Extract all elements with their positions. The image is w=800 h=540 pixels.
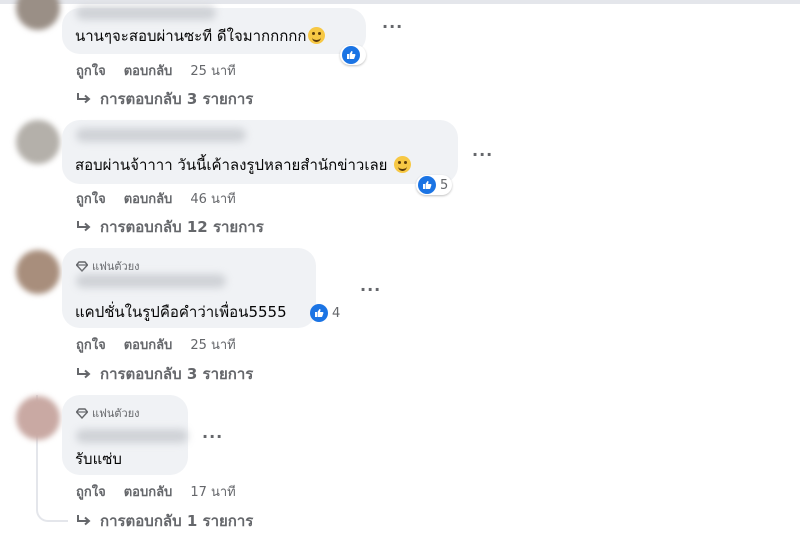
top-fan-badge: แฟนตัวยง	[76, 257, 140, 275]
diamond-icon	[76, 407, 88, 419]
like-button[interactable]: ถูกใจ	[76, 481, 106, 502]
comment-timestamp[interactable]: 25 นาที	[190, 334, 235, 355]
like-icon	[342, 46, 360, 64]
comment-actions: ถูกใจ ตอบกลับ 25 นาที	[76, 334, 236, 355]
like-button[interactable]: ถูกใจ	[76, 334, 106, 355]
commenter-name-redacted[interactable]	[76, 6, 216, 20]
avatar[interactable]	[16, 0, 60, 30]
comment-text: นานๆจะสอบผ่านซะที ดีใจมากกกกก	[75, 24, 326, 48]
reaction-badge[interactable]: 5	[416, 175, 453, 195]
comment-timestamp[interactable]: 17 นาที	[190, 481, 235, 502]
more-options-button[interactable]: ···	[472, 147, 493, 163]
reply-arrow-icon	[77, 221, 91, 232]
view-replies-label: การตอบกลับ 3 รายการ	[100, 90, 254, 108]
laughing-emoji	[308, 27, 326, 44]
more-options-button[interactable]: ···	[202, 429, 223, 445]
reply-button[interactable]: ตอบกลับ	[124, 481, 173, 502]
top-divider	[0, 0, 800, 4]
more-options-button[interactable]: ···	[360, 282, 381, 298]
comment-text: สอบผ่านจ้าาาา วันนี้เค้าลงรูปหลายสำนักข่…	[75, 153, 412, 177]
reply-button[interactable]: ตอบกลับ	[124, 60, 173, 81]
comment-actions: ถูกใจ ตอบกลับ 17 นาที	[76, 481, 236, 502]
comment-bubble: นานๆจะสอบผ่านซะที ดีใจมากกกกก	[62, 6, 366, 54]
reaction-count: 4	[332, 305, 341, 321]
reply-button[interactable]: ตอบกลับ	[124, 334, 173, 355]
reaction-badge[interactable]	[340, 45, 366, 65]
comment-timestamp[interactable]: 46 นาที	[190, 188, 235, 209]
like-button[interactable]: ถูกใจ	[76, 60, 106, 81]
view-replies-label: การตอบกลับ 12 รายการ	[100, 218, 264, 236]
more-options-button[interactable]: ···	[382, 19, 403, 35]
like-icon	[310, 304, 328, 322]
commenter-name-redacted[interactable]	[76, 274, 226, 288]
commenter-name-redacted[interactable]	[76, 128, 246, 142]
comment-actions: ถูกใจ ตอบกลับ 46 นาที	[76, 188, 236, 209]
reply-button[interactable]: ตอบกลับ	[124, 188, 173, 209]
avatar[interactable]	[16, 120, 60, 164]
comment-actions: ถูกใจ ตอบกลับ 25 นาที	[76, 60, 236, 81]
comment-text: รับแซ่บ	[75, 447, 122, 471]
comment-bubble: แฟนตัวยง รับแซ่บ	[62, 395, 188, 475]
reply-arrow-icon	[77, 515, 91, 526]
reply-arrow-icon	[77, 368, 91, 379]
badge-label: แฟนตัวยง	[92, 407, 140, 420]
badge-label: แฟนตัวยง	[92, 260, 140, 273]
smile-emoji	[394, 156, 412, 173]
like-button[interactable]: ถูกใจ	[76, 188, 106, 209]
comment-timestamp[interactable]: 25 นาที	[190, 60, 235, 81]
top-fan-badge: แฟนตัวยง	[76, 404, 140, 422]
view-replies-link[interactable]: การตอบกลับ 3 รายการ	[76, 87, 253, 111]
view-replies-link[interactable]: การตอบกลับ 3 รายการ	[76, 362, 253, 386]
comment-text-content: แคปชั่นในรูปคือคำว่าเพื่อน5555	[75, 303, 287, 321]
avatar[interactable]	[16, 250, 60, 294]
view-replies-link[interactable]: การตอบกลับ 1 รายการ	[76, 509, 253, 533]
like-icon	[418, 176, 436, 194]
comment-text-content: รับแซ่บ	[75, 450, 122, 468]
avatar[interactable]	[16, 396, 60, 440]
commenter-name-redacted[interactable]	[76, 429, 188, 443]
comment-text-content: นานๆจะสอบผ่านซะที ดีใจมากกกกก	[75, 27, 307, 45]
view-replies-link[interactable]: การตอบกลับ 12 รายการ	[76, 215, 264, 239]
reply-arrow-icon	[77, 93, 91, 104]
comment-bubble: แฟนตัวยง แคปชั่นในรูปคือคำว่าเพื่อน5555	[62, 248, 316, 328]
view-replies-label: การตอบกลับ 3 รายการ	[100, 365, 254, 383]
diamond-icon	[76, 260, 88, 272]
reaction-badge[interactable]: 4	[308, 303, 344, 323]
comment-bubble: สอบผ่านจ้าาาา วันนี้เค้าลงรูปหลายสำนักข่…	[62, 120, 458, 184]
comment-text: แคปชั่นในรูปคือคำว่าเพื่อน5555	[75, 300, 287, 324]
view-replies-label: การตอบกลับ 1 รายการ	[100, 512, 254, 530]
reaction-count: 5	[440, 177, 449, 193]
comment-text-content: สอบผ่านจ้าาาา วันนี้เค้าลงรูปหลายสำนักข่…	[75, 156, 388, 174]
